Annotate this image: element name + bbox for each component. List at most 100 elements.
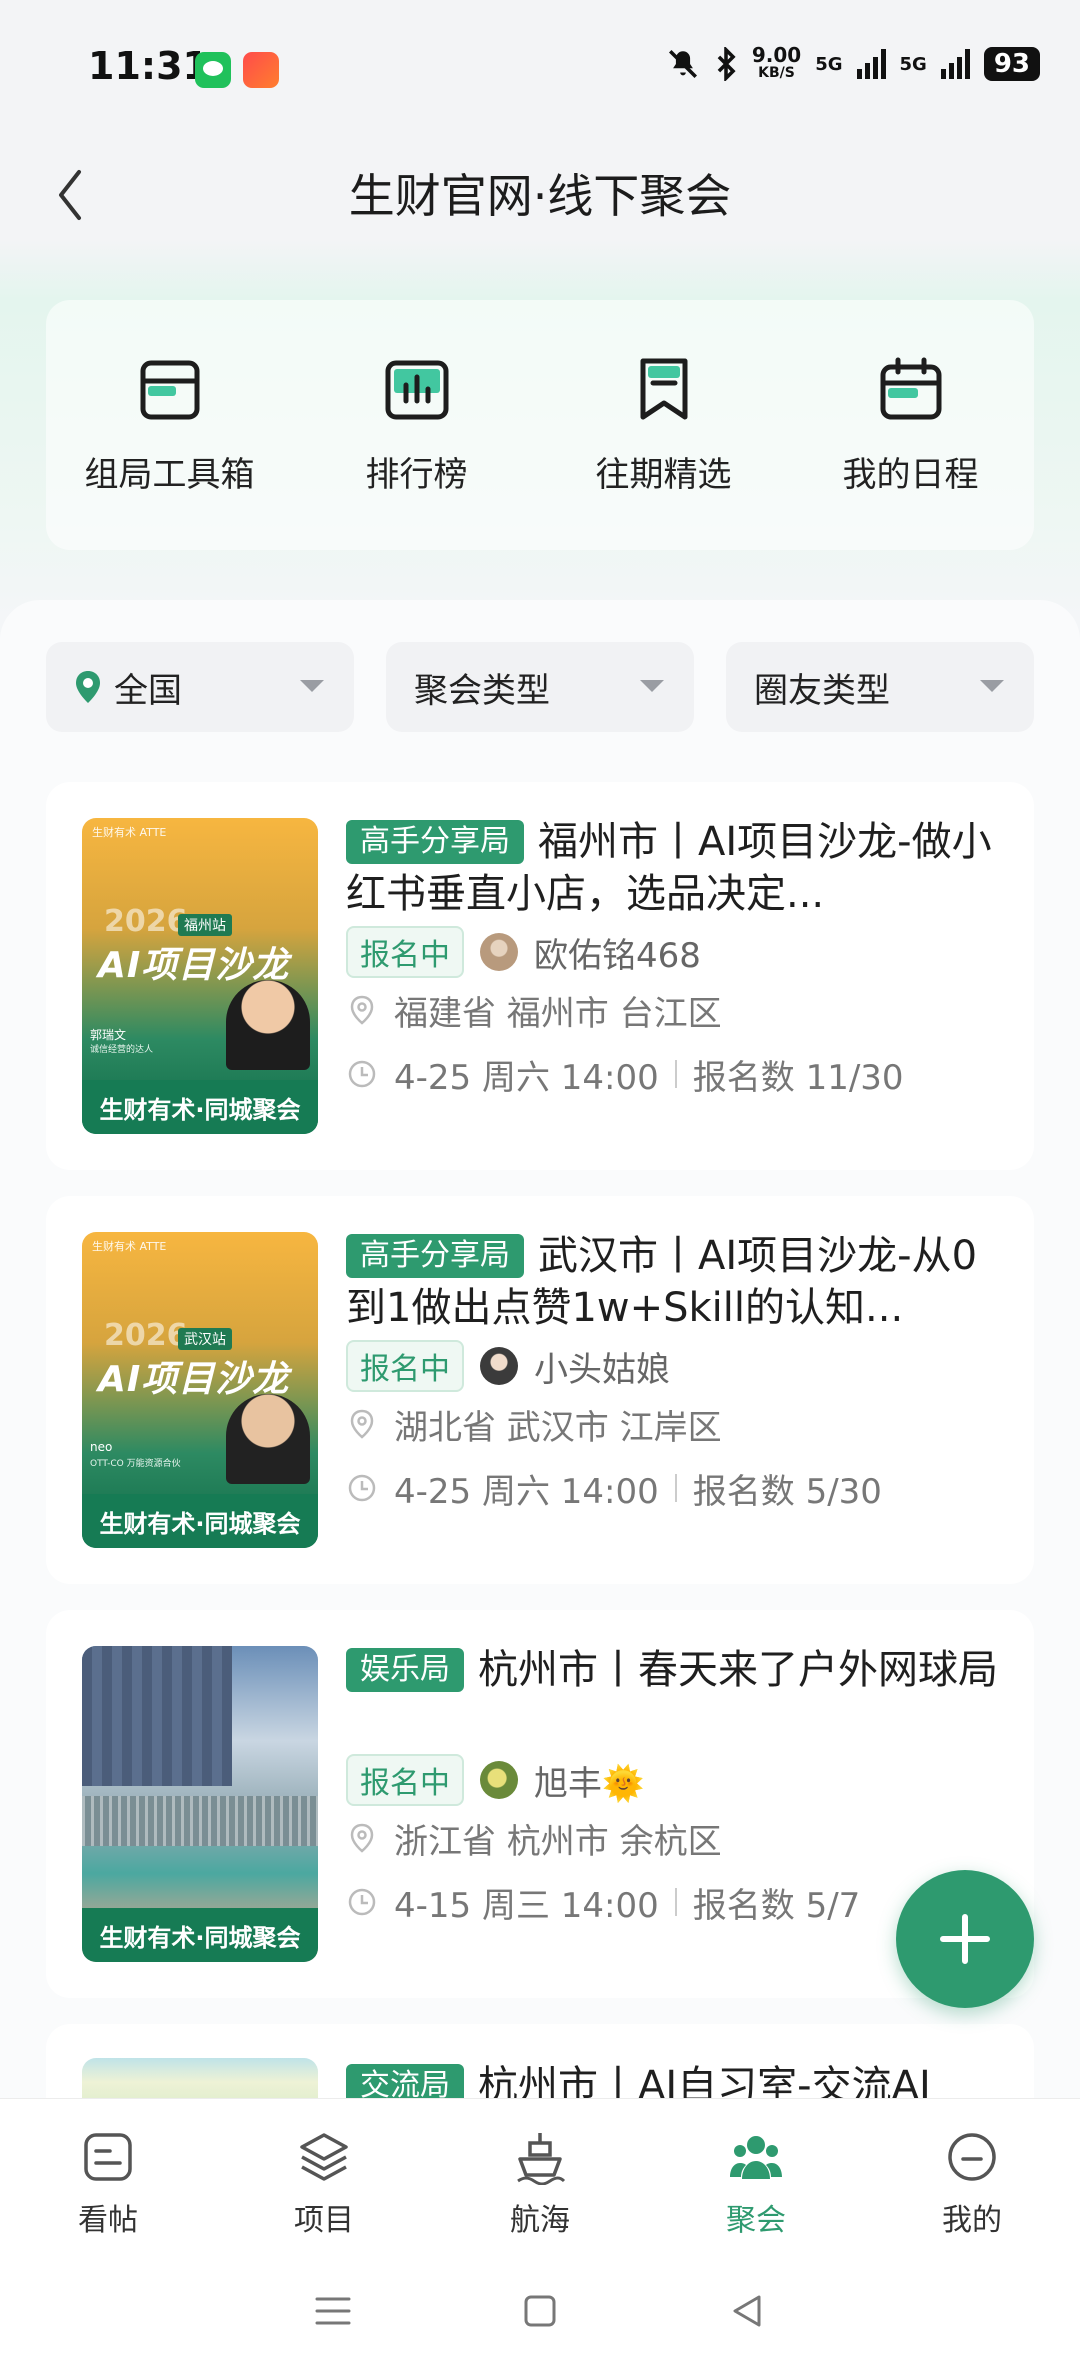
home-square-icon[interactable] (518, 2289, 562, 2333)
tool-label: 往期精选 (595, 454, 732, 495)
location-pin-icon (76, 671, 100, 703)
ranking-icon (385, 360, 448, 419)
divider (674, 1888, 677, 1916)
host-name: 欧佑铭468 (534, 935, 701, 976)
bottom-navigation: 看帖 项目 航海 聚会 我的 (0, 2098, 1080, 2248)
event-cover-image (82, 2058, 318, 2098)
quick-tools-panel: 组局工具箱 排行榜 往期精选 我的日程 (46, 300, 1034, 550)
page-title: 生财官网·线下聚会 (348, 169, 732, 223)
nav-profile[interactable]: 我的 (864, 2099, 1080, 2248)
event-meta: 报名中 欧佑铭468 福建省 福州市 台江区 4-25 周六 14:00 报名数… (346, 926, 1006, 1106)
cover-speaker: 郭瑞文 (90, 1028, 127, 1042)
nav-posts[interactable]: 看帖 (0, 2099, 216, 2248)
cover-brand: 生财有术 ATTE (92, 1240, 167, 1253)
cover-speaker-sub: OTT-CO 万能资源合伙 (90, 1459, 181, 1469)
tool-past-selection[interactable]: 往期精选 (544, 355, 784, 496)
divider (674, 1060, 677, 1088)
back-triangle-icon[interactable] (725, 2289, 769, 2333)
event-title-text: 杭州市丨春天来了户外网球局 (478, 1647, 998, 1693)
event-card[interactable]: 生财有术 ATTE 2026 武汉站 AI项目沙龙 neo OTT-CO 万能资… (46, 1196, 1034, 1584)
clock-icon (348, 1474, 376, 1502)
bluetooth-icon (717, 47, 736, 81)
event-time: 4-25 周六 14:00 (394, 1057, 659, 1098)
tool-my-schedule[interactable]: 我的日程 (791, 355, 1031, 496)
cover-footer: 生财有术·同城聚会 (82, 1494, 318, 1548)
location-icon (350, 1823, 374, 1853)
nav-voyage[interactable]: 航海 (432, 2099, 648, 2248)
member-type-label: 圈友类型 (754, 670, 890, 711)
cover-footer: 生财有术·同城聚会 (82, 1080, 318, 1134)
event-status-row: 报名中 欧佑铭468 (346, 926, 1006, 978)
avatar (480, 933, 518, 971)
clock-icon (348, 1888, 376, 1916)
event-location: 浙江省 杭州市 余杭区 (394, 1821, 722, 1862)
signal-icon-1 (856, 49, 886, 79)
region-filter[interactable]: 全国 (46, 642, 354, 732)
dropdown-arrow-icon (300, 680, 324, 692)
cover-speaker-sub: 诚信经营的达人 (90, 1045, 154, 1055)
layers-icon (300, 2133, 348, 2181)
event-type-tag: 高手分享局 (346, 1234, 524, 1278)
mute-icon (668, 49, 697, 79)
event-title: 娱乐局 杭州市丨春天来了户外网球局 (346, 1644, 1006, 1696)
event-type-tag: 娱乐局 (346, 1648, 464, 1692)
cover-station: 武汉站 (178, 1328, 232, 1350)
event-signups: 报名数 5/30 (692, 1471, 882, 1512)
create-event-button[interactable] (896, 1870, 1034, 2008)
nav-label: 看帖 (78, 2203, 138, 2238)
filter-bar: 全国 聚会类型 圈友类型 (46, 642, 1034, 732)
clock-icon (348, 1060, 376, 1088)
status-indicators: 9.00 KB/S 5G 5G 93 (666, 45, 1040, 82)
dropdown-arrow-icon (640, 680, 664, 692)
meetup-type-filter[interactable]: 聚会类型 (386, 642, 694, 732)
tool-ranking[interactable]: 排行榜 (297, 355, 537, 496)
time-row: 4-25 周六 14:00 报名数 5/30 (346, 1456, 1006, 1520)
location-row: 浙江省 杭州市 余杭区 (346, 1806, 1006, 1870)
event-meta: 报名中 小头姑娘 湖北省 武汉市 江岸区 4-25 周六 14:00 报名数 5… (346, 1340, 1006, 1520)
plus-icon (940, 1914, 990, 1964)
event-status-row: 报名中 旭丰🌞 (346, 1754, 1006, 1806)
event-time: 4-25 周六 14:00 (394, 1471, 659, 1512)
network-label-1: 5G (815, 53, 843, 75)
event-signups: 报名数 5/7 (692, 1885, 861, 1926)
status-badge: 报名中 (346, 1340, 464, 1392)
wechat-notification-icon (195, 52, 231, 88)
member-type-filter[interactable]: 圈友类型 (726, 642, 1034, 732)
bookmark-icon (640, 358, 687, 419)
status-badge: 报名中 (346, 926, 464, 978)
event-card[interactable]: 交流局 杭州市丨AI自习室-交流AI (46, 2024, 1034, 2098)
cover-tennis-net (82, 1796, 318, 1846)
ship-icon (517, 2133, 566, 2185)
location-row: 湖北省 武汉市 江岸区 (346, 1392, 1006, 1456)
nav-label: 项目 (294, 2203, 354, 2238)
cover-year: 2026 (104, 1318, 188, 1353)
tool-label: 我的日程 (842, 454, 979, 495)
cover-footer: 生财有术·同城聚会 (82, 1908, 318, 1962)
event-status-row: 报名中 小头姑娘 (346, 1340, 1006, 1392)
event-title: 高手分享局 武汉市丨AI项目沙龙-从0到1做出点赞1w+Skill的认知... (346, 1230, 1006, 1334)
menu-icon[interactable] (311, 2289, 355, 2333)
nav-projects[interactable]: 项目 (216, 2099, 432, 2248)
location-icon (350, 1409, 374, 1439)
location-row: 福建省 福州市 台江区 (346, 978, 1006, 1042)
dropdown-arrow-icon (980, 680, 1004, 692)
nav-label: 我的 (942, 2203, 1002, 2238)
cover-speaker: neo (90, 1440, 113, 1454)
divider (674, 1474, 677, 1502)
toolbox-icon (140, 360, 199, 419)
event-location: 福建省 福州市 台江区 (394, 993, 722, 1034)
signal-icon-2 (940, 49, 970, 79)
status-bar: 11:31 9.00 KB/S 5G 5G 93 (0, 0, 1080, 140)
event-cover-image: 生财有术 ATTE 2026 武汉站 AI项目沙龙 neo OTT-CO 万能资… (82, 1232, 318, 1548)
event-title-text: 杭州市丨AI自习室-交流AI (478, 2063, 931, 2098)
event-type-tag: 高手分享局 (346, 820, 524, 864)
location-icon (350, 995, 374, 1025)
tool-toolbox[interactable]: 组局工具箱 (50, 355, 290, 496)
event-card[interactable]: 生财有术 ATTE 2026 福州站 AI项目沙龙 郭瑞文 诚信经营的达人 生财… (46, 782, 1034, 1170)
status-time: 11:31 (88, 44, 209, 88)
event-type-tag: 交流局 (346, 2064, 464, 2098)
event-title: 交流局 杭州市丨AI自习室-交流AI (346, 2060, 1006, 2098)
event-card[interactable]: 生财有术·同城聚会 娱乐局 杭州市丨春天来了户外网球局 报名中 旭丰🌞 浙江省 杭… (46, 1610, 1034, 1998)
nav-meetups[interactable]: 聚会 (648, 2099, 864, 2248)
speaker-photo (226, 1394, 310, 1484)
